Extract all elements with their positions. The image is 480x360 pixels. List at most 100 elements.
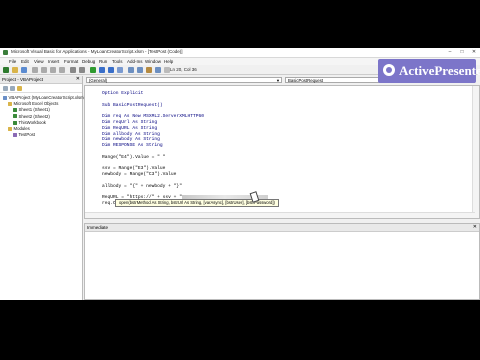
code-line: newbody = Range("C3").Value (102, 172, 176, 177)
reset-icon[interactable] (108, 66, 114, 73)
insert-module-icon[interactable] (12, 66, 18, 73)
vba-editor-window: Microsoft Visual Basic for Applications … (0, 48, 480, 300)
code-line-text: Range("E4").Value = " " (102, 154, 166, 160)
watermark-text: ActivePresenter (399, 63, 480, 78)
code-vertical-scrollbar[interactable] (472, 86, 479, 218)
object-dropdown[interactable]: (General) ▼ (86, 77, 282, 83)
project-icon (3, 95, 7, 100)
code-line-text: Dim req As New MSXML2.ServerXMLHTTP60 (102, 114, 204, 120)
design-mode-icon[interactable] (117, 66, 123, 73)
code-line: Dim req As New MSXML2.ServerXMLHTTP60 (102, 114, 204, 119)
menu-insert[interactable]: Insert (48, 59, 59, 64)
project-explorer-icon[interactable] (128, 66, 134, 73)
activepresenter-logo-icon (383, 64, 395, 76)
object-dropdown-value: (General) (89, 78, 108, 83)
maximize-button[interactable]: □ (456, 48, 468, 57)
copy-icon[interactable] (41, 66, 47, 73)
object-browser-icon[interactable] (146, 66, 152, 73)
code-line: Dim allbody As String (102, 132, 160, 137)
code-line-text: Dim allbody As String (102, 131, 160, 137)
code-line-text: newbody = Range("C3").Value (102, 172, 177, 178)
vba-app-icon (3, 50, 8, 55)
code-line-text: Sub BasicPostRequest() (102, 102, 163, 108)
properties-icon[interactable] (137, 66, 143, 73)
code-line-text: Option Explicit (102, 91, 144, 96)
chevron-down-icon: ▼ (276, 78, 280, 83)
module-icon (13, 120, 17, 125)
code-line-text: Dim ReqURL As String (102, 125, 158, 131)
excel-view-icon[interactable] (3, 66, 9, 73)
module-icon (13, 133, 17, 138)
menu-tools[interactable]: Tools (112, 59, 123, 64)
module-icon (13, 114, 17, 119)
module-icon (13, 108, 17, 113)
immediate-window[interactable]: Immediate ✕ (84, 223, 480, 300)
folder-icon (8, 102, 12, 107)
menu-view[interactable]: View (34, 59, 44, 64)
project-toolbar (0, 84, 82, 93)
tree-node-label: VBAProject (MyLoanCreatorScript.xlsm) (8, 95, 86, 100)
paste-icon[interactable] (50, 66, 56, 73)
code-line-text: Dim newbody As String (102, 137, 160, 143)
tree-node[interactable]: VBAProject (MyLoanCreatorScript.xlsm) (3, 95, 85, 100)
window-title: Microsoft Visual Basic for Applications … (11, 49, 183, 54)
tree-node[interactable]: Sheet2 (Sheet2) (13, 114, 50, 119)
code-line: Option Explicit (102, 91, 143, 96)
menu-file[interactable]: File (9, 59, 16, 64)
project-explorer: Project - VBAProject ✕ VBAProject (MyLoa… (0, 76, 85, 300)
code-line: Sub BasicPostRequest() (102, 103, 163, 108)
tree-node[interactable]: ThisWorkbook (13, 120, 46, 125)
code-line: ssv = Range("E3").Value (102, 166, 165, 171)
video-frame: { "window": { "title": "Microsoft Visual… (0, 0, 480, 360)
menu-run[interactable]: Run (99, 59, 107, 64)
tree-node[interactable]: Sheet1 (Sheet1) (13, 107, 50, 112)
code-line: Range("E4").Value = " " (102, 155, 165, 160)
minimize-button[interactable]: – (444, 48, 456, 57)
cut-icon[interactable] (32, 66, 38, 73)
code-line-text: Dim reqUrl As String (102, 120, 158, 125)
find-icon[interactable] (59, 66, 65, 73)
immediate-title: Immediate (87, 224, 109, 230)
toolbox-icon[interactable] (155, 66, 161, 73)
view-object-icon[interactable] (10, 85, 15, 91)
tree-node[interactable]: TestPost (13, 132, 35, 137)
tree-node-label: Microsoft Excel Objects (13, 101, 59, 107)
redo-icon[interactable] (79, 66, 85, 73)
project-close-button[interactable]: ✕ (76, 76, 80, 82)
menu-addins[interactable]: Add-Ins (127, 59, 143, 64)
immediate-header: Immediate ✕ (85, 224, 479, 232)
break-icon[interactable] (99, 66, 105, 73)
code-line: allbody = "{" + newbody + "}" (102, 184, 182, 189)
code-horizontal-scrollbar[interactable] (85, 212, 475, 218)
toggle-folders-icon[interactable] (17, 85, 22, 91)
code-line: Dim RESPONSE As String (102, 143, 163, 148)
title-bar: Microsoft Visual Basic for Applications … (0, 48, 480, 58)
menu-format[interactable]: Format (64, 59, 78, 64)
menu-edit[interactable]: Edit (21, 59, 29, 64)
tree-node-label: Sheet1 (Sheet1) (18, 107, 50, 113)
tree-node[interactable]: Modules (8, 126, 30, 131)
tree-node-label: Sheet2 (Sheet2) (18, 113, 50, 119)
tree-node-label: ThisWorkbook (18, 119, 46, 125)
code-line-text: Dim RESPONSE As String (102, 143, 163, 149)
project-explorer-title: Project - VBAProject (2, 76, 44, 82)
code-line: Dim ReqURL As String (102, 126, 157, 131)
run-icon[interactable] (90, 66, 96, 73)
folder-icon (8, 126, 12, 131)
view-code-icon[interactable] (3, 85, 8, 91)
code-line-text: allbody = "{" + newbody + "}" (102, 183, 182, 189)
tree-node[interactable]: Microsoft Excel Objects (8, 101, 58, 106)
menu-window[interactable]: Window (145, 59, 161, 64)
procedure-dropdown-value: BasicPostRequest (288, 78, 324, 83)
cursor-position: Ln 20, Col 36 (170, 67, 197, 72)
code-line-text: ssv = Range("E3").Value (102, 166, 166, 172)
menu-debug[interactable]: Debug (82, 59, 95, 64)
undo-icon[interactable] (70, 66, 76, 73)
menu-help[interactable]: Help (164, 59, 173, 64)
close-button[interactable]: ✕ (468, 48, 480, 57)
save-icon[interactable] (21, 66, 27, 73)
immediate-close-button[interactable]: ✕ (473, 224, 477, 230)
tree-node-label: TestPost (18, 132, 35, 138)
activepresenter-watermark: ActivePresenter (378, 59, 480, 83)
code-line: Dim newbody As String (102, 137, 160, 142)
